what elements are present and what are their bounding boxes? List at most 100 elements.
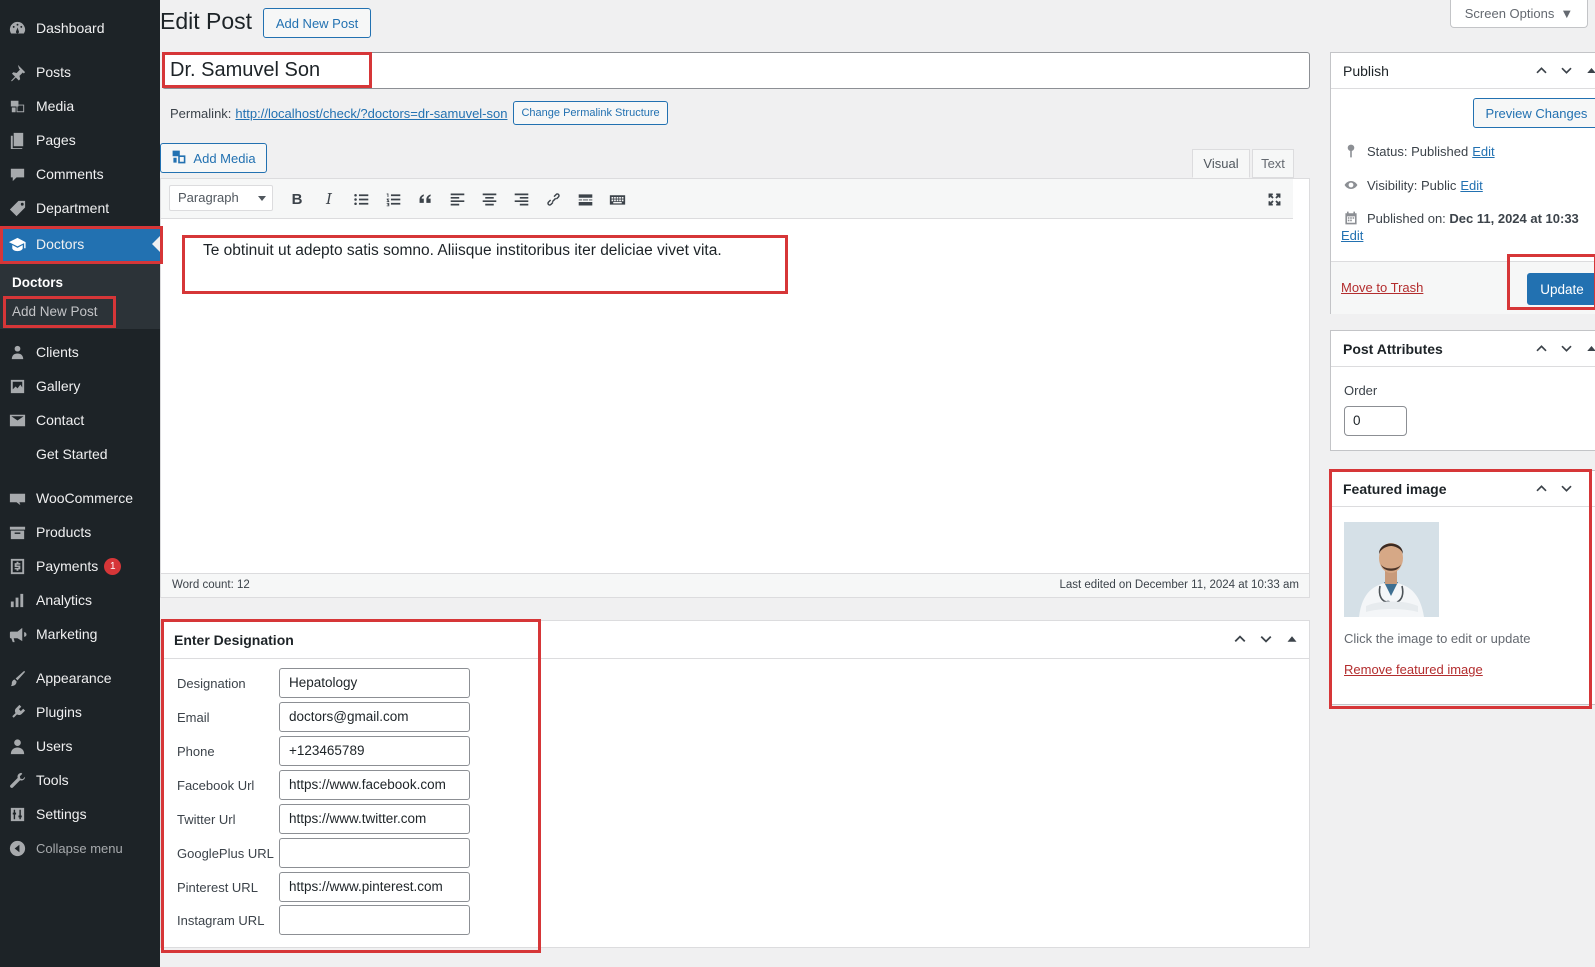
sidebar-item-users[interactable]: Users: [0, 729, 160, 763]
edit-status-link[interactable]: Edit: [1472, 144, 1494, 159]
permalink-url-link[interactable]: http://localhost/check/?doctors=dr-samuv…: [235, 106, 507, 121]
googleplus-url-input[interactable]: [279, 838, 470, 868]
sidebar-item-marketing[interactable]: Marketing: [0, 617, 160, 651]
sidebar-item-products[interactable]: Products: [0, 515, 160, 549]
box-controls: [1533, 480, 1575, 497]
tab-visual[interactable]: Visual: [1192, 149, 1250, 178]
doctor-photo: [1344, 522, 1439, 617]
toggle-panel-icon[interactable]: [1583, 62, 1595, 79]
screen-options-button[interactable]: Screen Options ▼: [1450, 0, 1588, 28]
chevron-up-icon[interactable]: [1533, 62, 1550, 79]
align-right-icon[interactable]: [510, 188, 532, 210]
format-select[interactable]: Paragraph: [169, 185, 273, 211]
fullscreen-icon[interactable]: [1263, 188, 1285, 210]
post-title-input[interactable]: Dr. Samuvel Son: [162, 52, 1310, 89]
sidebar-item-analytics[interactable]: Analytics: [0, 583, 160, 617]
chevron-up-icon[interactable]: [1533, 480, 1550, 497]
chevron-up-icon[interactable]: [1533, 340, 1550, 357]
archive-icon: [7, 522, 27, 542]
sidebar-item-label: Department: [36, 200, 110, 216]
sidebar-item-label: Get Started: [36, 446, 108, 462]
publish-actions: Move to Trash Update: [1331, 261, 1595, 314]
sidebar-item-contact[interactable]: Contact: [0, 403, 160, 437]
sidebar-item-pages[interactable]: Pages: [0, 123, 160, 157]
twitter-url-input[interactable]: https://www.twitter.com: [279, 804, 470, 834]
move-to-trash-link[interactable]: Move to Trash: [1341, 280, 1423, 295]
sidebar-item-label: Gallery: [36, 378, 81, 394]
phone-input[interactable]: +123465789: [279, 736, 470, 766]
update-button[interactable]: Update: [1527, 273, 1595, 305]
submenu-add-new-post[interactable]: Add New Post: [12, 304, 98, 319]
field-row-googleplus: GooglePlus URL: [177, 838, 470, 868]
bulleted-list-icon[interactable]: [350, 188, 372, 210]
chevron-down-icon[interactable]: [1257, 630, 1275, 648]
align-center-icon[interactable]: [478, 188, 500, 210]
sidebar-item-dashboard[interactable]: Dashboard: [0, 11, 160, 45]
pinterest-url-input[interactable]: https://www.pinterest.com: [279, 872, 470, 902]
permalink-row: Permalink: http://localhost/check/?docto…: [170, 101, 668, 125]
sidebar-item-settings[interactable]: Settings: [0, 797, 160, 831]
edit-date-link[interactable]: Edit: [1341, 228, 1363, 243]
box-controls: [1231, 630, 1301, 648]
instagram-url-input[interactable]: [279, 905, 470, 935]
chevron-down-icon[interactable]: [1558, 62, 1575, 79]
sidebar-item-appearance[interactable]: Appearance: [0, 661, 160, 695]
visibility-value: Public: [1420, 177, 1457, 193]
sidebar-item-get-started[interactable]: Get Started: [0, 437, 160, 471]
status-value: Published: [1411, 143, 1469, 159]
post-attributes-header: Post Attributes: [1331, 331, 1595, 367]
tab-text[interactable]: Text: [1252, 149, 1294, 178]
remove-featured-image-link[interactable]: Remove featured image: [1344, 662, 1483, 677]
preview-changes-button[interactable]: Preview Changes: [1473, 98, 1595, 128]
collapse-menu-button[interactable]: Collapse menu: [0, 831, 160, 865]
sidebar-item-department[interactable]: Department: [0, 191, 160, 225]
notification-badge: 1: [104, 557, 122, 575]
facebook-url-input[interactable]: https://www.facebook.com: [279, 770, 470, 800]
italic-icon[interactable]: I: [318, 188, 340, 210]
change-permalink-button[interactable]: Change Permalink Structure: [513, 101, 668, 125]
sidebar-item-label: Doctors: [36, 236, 85, 252]
sidebar-item-plugins[interactable]: Plugins: [0, 695, 160, 729]
sidebar-item-comments[interactable]: Comments: [0, 157, 160, 191]
keyboard-icon[interactable]: [606, 188, 628, 210]
sidebar-item-woocommerce[interactable]: WooCommerce: [0, 481, 160, 515]
read-more-icon[interactable]: [574, 188, 596, 210]
pin-icon: [1341, 142, 1361, 160]
chevron-down-icon[interactable]: [1558, 340, 1575, 357]
featured-image-hint: Click the image to edit or update: [1344, 631, 1531, 646]
published-on-label: Published on:: [1367, 210, 1446, 226]
editor-content[interactable]: Te obtinuit ut adepto satis somno. Aliis…: [203, 242, 722, 260]
sidebar-item-payments[interactable]: Payments 1: [0, 549, 160, 583]
sidebar-item-gallery[interactable]: Gallery: [0, 369, 160, 403]
email-input[interactable]: doctors@gmail.com: [279, 702, 470, 732]
blockquote-icon[interactable]: [414, 188, 436, 210]
toggle-panel-icon[interactable]: [1583, 340, 1595, 357]
align-left-icon[interactable]: [446, 188, 468, 210]
numbered-list-icon[interactable]: [382, 188, 404, 210]
submenu-doctors[interactable]: Doctors: [12, 275, 63, 290]
sidebar-item-posts[interactable]: Posts: [0, 55, 160, 89]
sidebar-item-media[interactable]: Media: [0, 89, 160, 123]
chevron-down-icon[interactable]: [1558, 480, 1575, 497]
field-label: Email: [177, 709, 210, 725]
publish-title: Publish: [1343, 63, 1389, 79]
sidebar-item-doctors[interactable]: Doctors: [0, 227, 160, 261]
add-media-button[interactable]: Add Media: [160, 143, 267, 173]
toggle-panel-icon[interactable]: [1283, 630, 1301, 648]
doctors-submenu: Doctors Add New Post: [0, 261, 160, 329]
admin-sidebar: Dashboard Posts Media Pages Comments Dep…: [0, 0, 160, 967]
edit-visibility-link[interactable]: Edit: [1460, 178, 1482, 193]
pages-icon: [7, 130, 27, 150]
sidebar-item-tools[interactable]: Tools: [0, 763, 160, 797]
publish-box: Publish Preview Changes Status: Publishe…: [1330, 52, 1595, 314]
chevron-up-icon[interactable]: [1231, 630, 1249, 648]
link-icon[interactable]: [542, 188, 564, 210]
add-new-post-button[interactable]: Add New Post: [263, 8, 371, 38]
bold-icon[interactable]: B: [286, 188, 308, 210]
order-input[interactable]: 0: [1344, 406, 1407, 436]
sidebar-item-clients[interactable]: Clients: [0, 335, 160, 369]
featured-image-title: Featured image: [1343, 481, 1447, 497]
order-label: Order: [1344, 383, 1378, 398]
designation-input[interactable]: Hepatology: [279, 668, 470, 698]
featured-image-thumbnail[interactable]: [1344, 522, 1439, 617]
